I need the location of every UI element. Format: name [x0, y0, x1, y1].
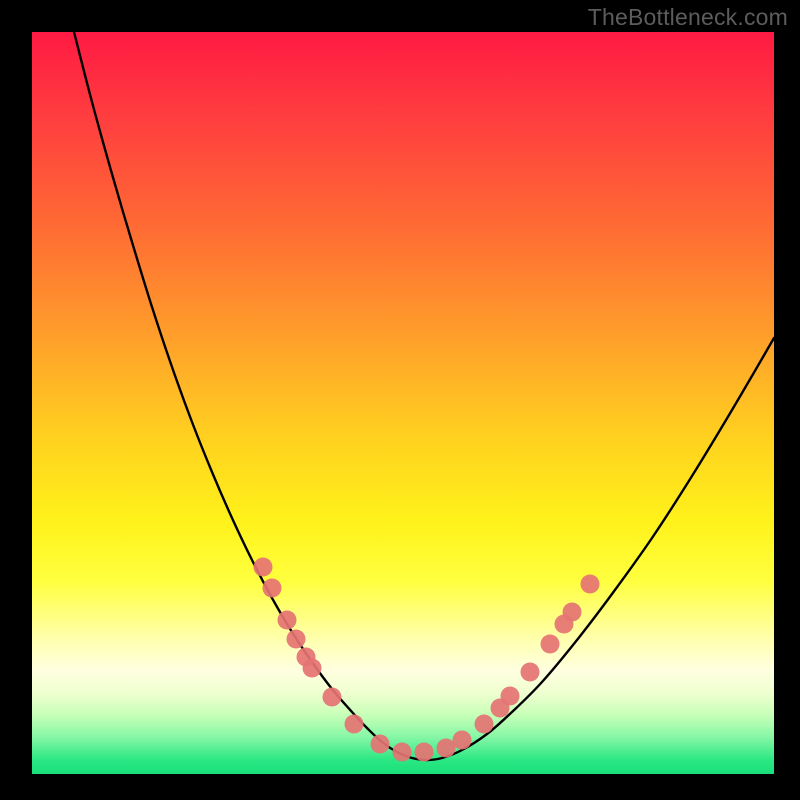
watermark-text: TheBottleneck.com — [588, 4, 788, 31]
chart-stage: TheBottleneck.com — [0, 0, 800, 800]
data-point — [303, 659, 322, 678]
data-point — [475, 715, 494, 734]
data-point — [453, 731, 472, 750]
data-point — [563, 603, 582, 622]
data-point — [254, 558, 273, 577]
highlighted-points — [254, 558, 600, 762]
data-point — [278, 611, 297, 630]
data-point — [371, 735, 390, 754]
curve-layer — [32, 32, 774, 774]
plot-area — [32, 32, 774, 774]
data-point — [263, 579, 282, 598]
data-point — [345, 715, 364, 734]
data-point — [541, 635, 560, 654]
data-point — [415, 743, 434, 762]
data-point — [581, 575, 600, 594]
data-point — [323, 688, 342, 707]
bottleneck-curve — [74, 32, 774, 760]
data-point — [521, 663, 540, 682]
data-point — [287, 630, 306, 649]
data-point — [501, 687, 520, 706]
data-point — [393, 743, 412, 762]
